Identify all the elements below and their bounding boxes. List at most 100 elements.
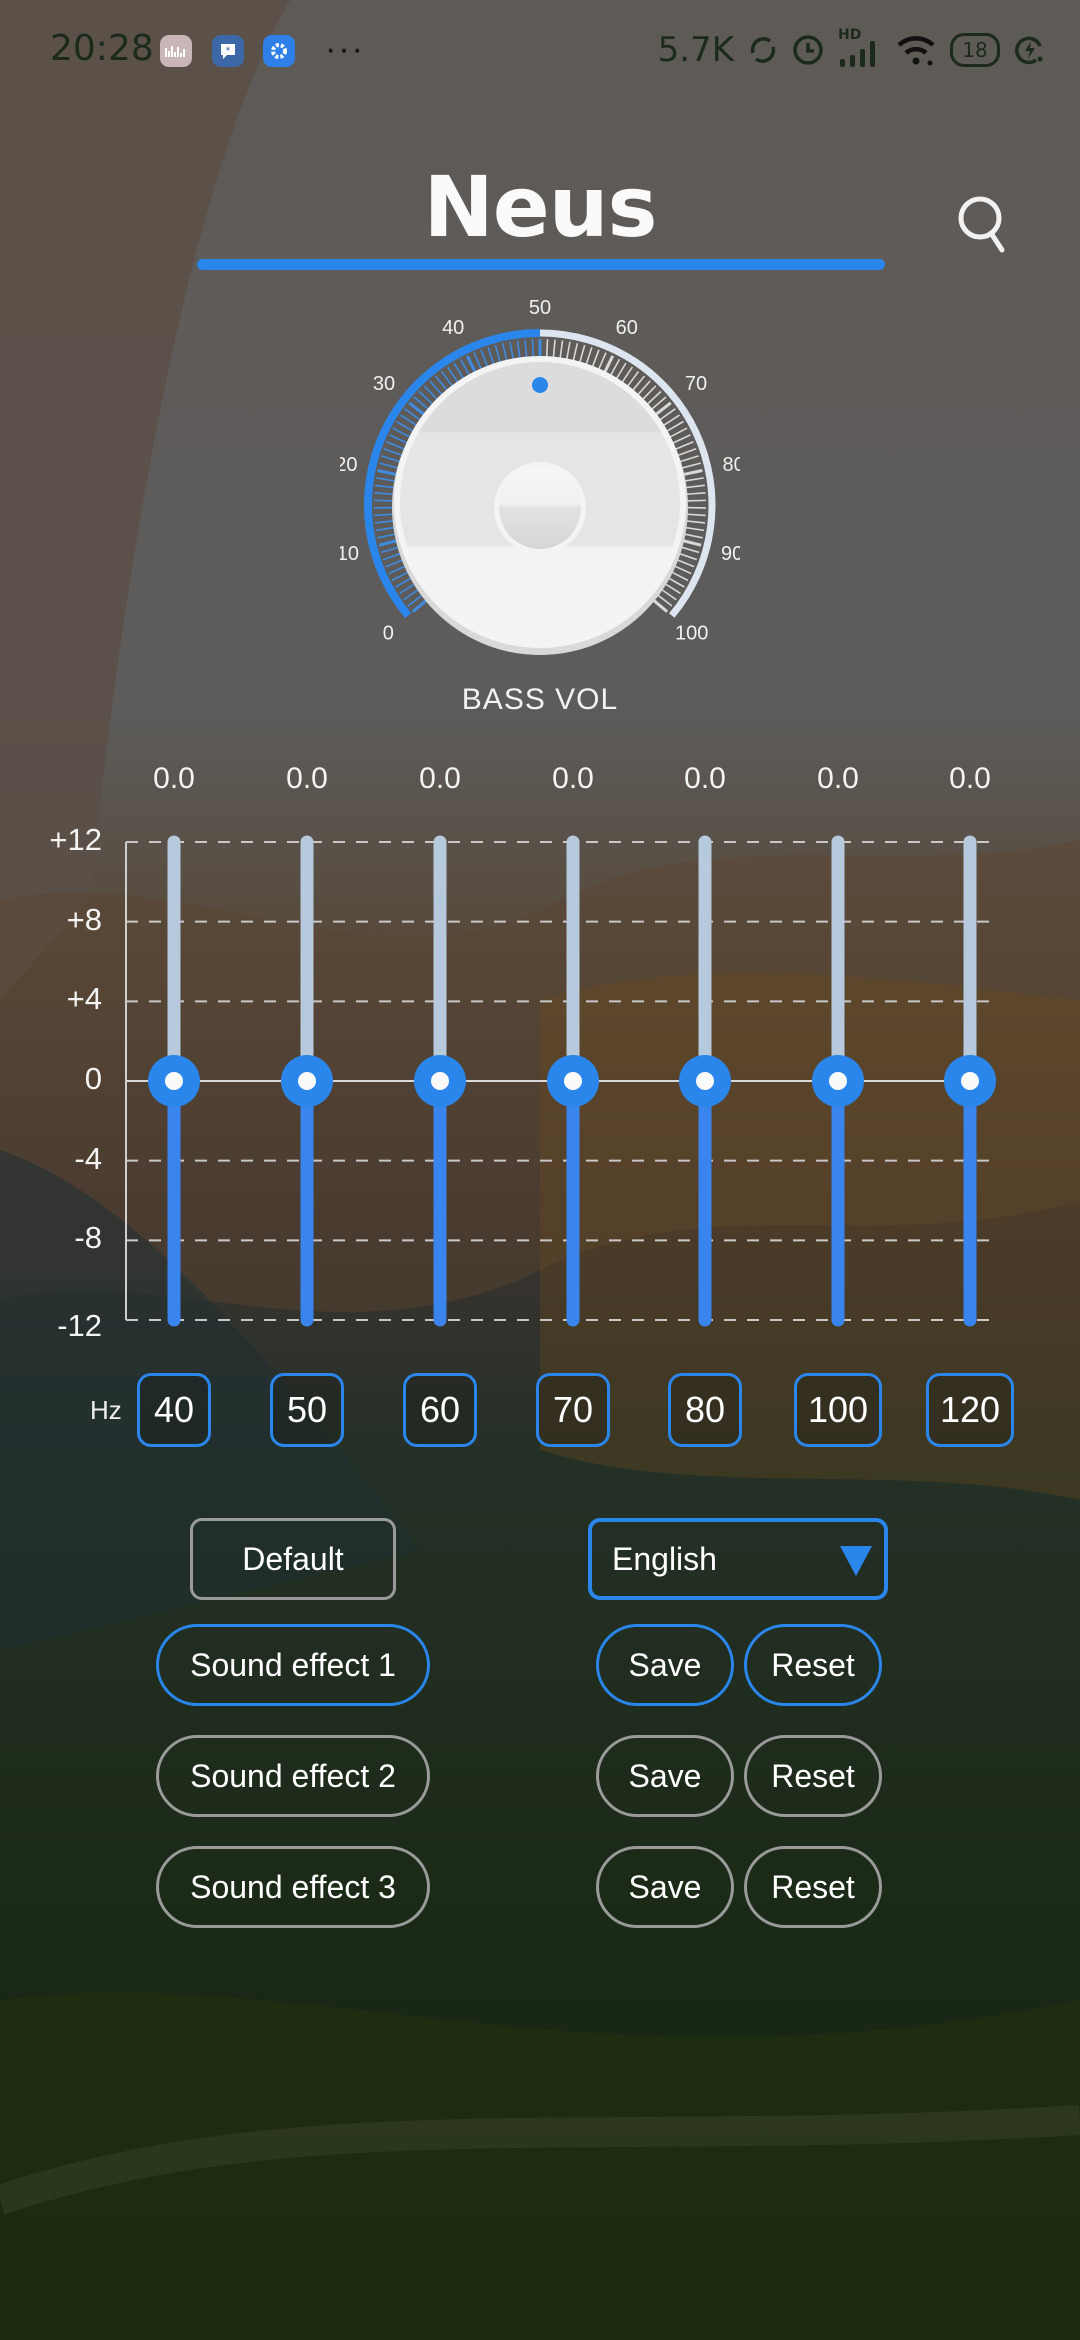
dial-scale-label: 90 bbox=[721, 543, 740, 565]
dial-cap bbox=[499, 467, 581, 549]
band-value-70: 0.0 bbox=[552, 762, 594, 795]
svg-text:*: * bbox=[226, 46, 231, 57]
dial-tick bbox=[375, 484, 397, 489]
eq-slider-120[interactable] bbox=[944, 835, 996, 1327]
eq-slider-50[interactable] bbox=[281, 835, 333, 1327]
reset-effect-3-button[interactable]: Reset bbox=[744, 1846, 882, 1928]
slider-thumb-center bbox=[431, 1072, 449, 1090]
eq-slider-70[interactable] bbox=[547, 835, 599, 1327]
eq-slider-40[interactable] bbox=[148, 835, 200, 1327]
dial-tick bbox=[374, 513, 396, 517]
save-effect-1-button[interactable]: Save bbox=[596, 1624, 734, 1706]
network-speed: 5.7K bbox=[657, 30, 734, 70]
dial-scale-label: 0 bbox=[383, 622, 394, 644]
freq-button-40[interactable]: 40 bbox=[137, 1373, 211, 1447]
eq-slider-80[interactable] bbox=[679, 835, 731, 1327]
search-icon bbox=[958, 196, 1005, 253]
language-dropdown[interactable]: English bbox=[588, 1518, 888, 1600]
y-tick-label: 0 bbox=[84, 1061, 102, 1096]
dial-tick bbox=[684, 499, 706, 502]
dial-scale-label: 60 bbox=[616, 317, 638, 339]
language-selected: English bbox=[612, 1540, 717, 1577]
dial-tick bbox=[684, 492, 706, 496]
dial-tick bbox=[683, 484, 705, 489]
y-tick-label: -12 bbox=[57, 1308, 102, 1343]
settings-app-icon bbox=[263, 35, 295, 67]
charging-icon bbox=[1015, 36, 1043, 65]
dial-tick bbox=[682, 477, 704, 483]
freq-button-60[interactable]: 60 bbox=[403, 1373, 477, 1447]
battery-icon: 18 bbox=[950, 33, 1000, 67]
sound-effect-2-button[interactable]: Sound effect 2 bbox=[156, 1735, 430, 1817]
app-title: Neus bbox=[423, 158, 657, 256]
dial-scale-label: 70 bbox=[685, 373, 707, 395]
dial-tick bbox=[676, 448, 697, 457]
equalizer-app-icon bbox=[160, 35, 192, 67]
slider-thumb-center bbox=[829, 1072, 847, 1090]
y-tick-label: -4 bbox=[74, 1140, 102, 1176]
more-notifications-icon: ··· bbox=[325, 30, 365, 68]
dial-scale-label: 50 bbox=[529, 297, 551, 319]
dial-scale-label: 30 bbox=[373, 373, 395, 395]
dial-tick bbox=[673, 441, 694, 451]
save-effect-3-button[interactable]: Save bbox=[596, 1846, 734, 1928]
band-value-120: 0.0 bbox=[949, 762, 991, 795]
band-value-40: 0.0 bbox=[153, 762, 195, 795]
y-tick-label: -8 bbox=[74, 1220, 102, 1256]
dial-tick bbox=[374, 492, 396, 496]
alarm-clock-icon bbox=[793, 35, 823, 65]
bass-volume-dial[interactable]: 0 10 20 30 40 50 60 70 80 90 100 bbox=[340, 290, 740, 690]
dial-scale-label: 100 bbox=[675, 622, 708, 644]
freq-button-100[interactable]: 100 bbox=[794, 1373, 882, 1447]
dial-tick bbox=[381, 455, 402, 463]
dial-tick bbox=[386, 441, 407, 451]
hz-unit-label: Hz bbox=[90, 1395, 122, 1425]
default-button[interactable]: Default bbox=[190, 1518, 396, 1600]
dial-tick bbox=[376, 477, 398, 483]
dial-indicator-dot bbox=[532, 377, 548, 393]
slider-thumb-center bbox=[961, 1072, 979, 1090]
slider-thumb-center bbox=[564, 1072, 582, 1090]
sync-icon bbox=[750, 37, 776, 63]
dial-tick bbox=[374, 499, 396, 502]
band-value-60: 0.0 bbox=[419, 762, 461, 795]
equalizer: +12 +8 +4 0 -4 -8 -12 0.0 0.0 0.0 0.0 0.0 0.0 0.0 Hz… bbox=[0, 740, 1080, 1460]
freq-button-70[interactable]: 70 bbox=[536, 1373, 610, 1447]
eq-slider-100[interactable] bbox=[812, 835, 864, 1327]
equalizer-grid bbox=[125, 835, 996, 1327]
eq-slider-60[interactable] bbox=[414, 835, 466, 1327]
sound-effect-1-button[interactable]: Sound effect 1 bbox=[156, 1624, 430, 1706]
search-button[interactable] bbox=[950, 188, 1020, 258]
slider-thumb-center bbox=[696, 1072, 714, 1090]
status-time: 20:28 bbox=[50, 28, 154, 69]
band-value-80: 0.0 bbox=[684, 762, 726, 795]
band-value-50: 0.0 bbox=[286, 762, 328, 795]
status-indicators: 5.7K HD 18 bbox=[657, 27, 1046, 70]
sound-effect-3-button[interactable]: Sound effect 3 bbox=[156, 1846, 430, 1928]
chat-app-icon: * bbox=[212, 35, 244, 67]
dial-tick bbox=[684, 513, 706, 517]
signal-icon: HD bbox=[838, 27, 882, 67]
dial-tick bbox=[392, 427, 412, 439]
band-value-100: 0.0 bbox=[817, 762, 859, 795]
dial-scale-label: 40 bbox=[442, 317, 464, 339]
reset-effect-2-button[interactable]: Reset bbox=[744, 1735, 882, 1817]
freq-button-50[interactable]: 50 bbox=[270, 1373, 344, 1447]
dial-scale-label: 20 bbox=[340, 454, 357, 476]
y-tick-label: +4 bbox=[66, 981, 102, 1017]
dial-tick bbox=[678, 455, 699, 463]
dropdown-caret-icon bbox=[840, 1546, 872, 1576]
title-underline bbox=[197, 259, 885, 270]
bass-vol-label: BASS VOL bbox=[461, 683, 619, 716]
freq-button-120[interactable]: 120 bbox=[926, 1373, 1014, 1447]
dial-tick bbox=[668, 427, 688, 439]
save-effect-2-button[interactable]: Save bbox=[596, 1735, 734, 1817]
dial-scale-label: 80 bbox=[723, 454, 740, 476]
dial-tick bbox=[680, 462, 701, 470]
dial-tick bbox=[389, 434, 409, 445]
dial-tick bbox=[383, 448, 404, 457]
wifi-icon bbox=[897, 36, 935, 66]
freq-button-80[interactable]: 80 bbox=[668, 1373, 742, 1447]
reset-effect-1-button[interactable]: Reset bbox=[744, 1624, 882, 1706]
dial-tick bbox=[379, 462, 400, 470]
